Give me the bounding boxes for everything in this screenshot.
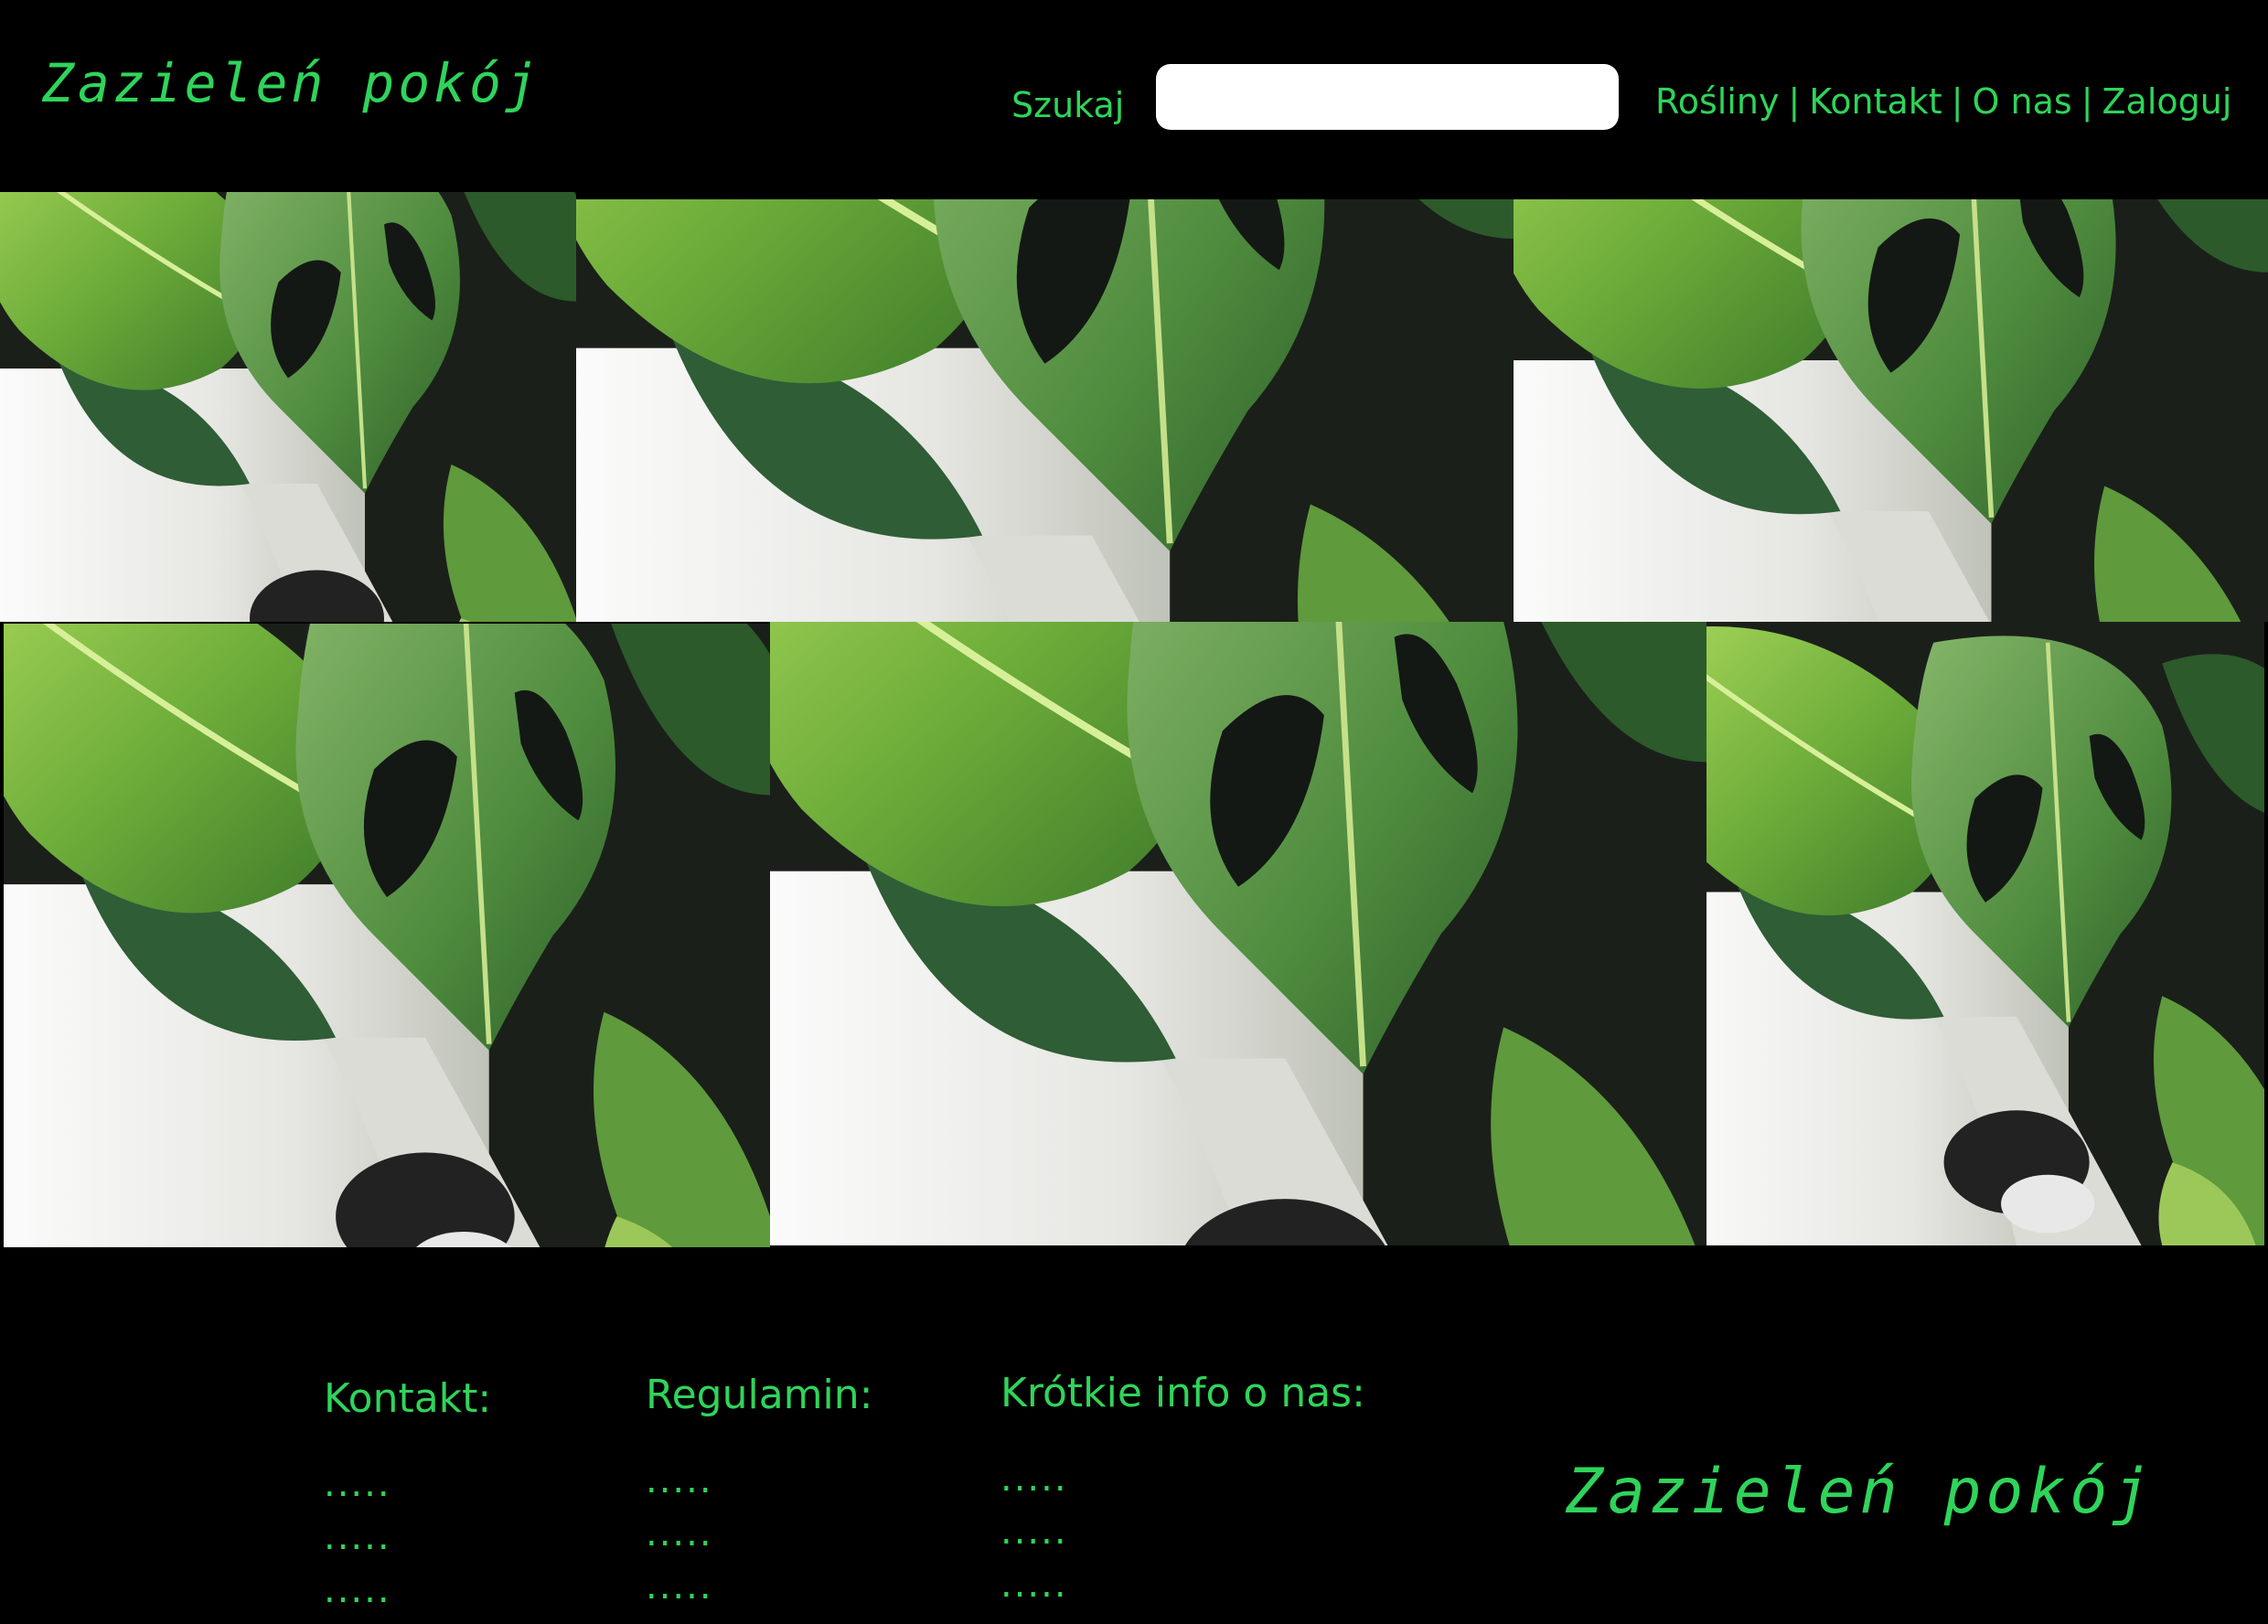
- footer-contact: Kontakt: ..... ..... .....: [324, 1379, 491, 1617]
- footer-lines: ..... ..... .....: [1000, 1452, 1365, 1611]
- nav-separator: |: [2081, 81, 2093, 122]
- monstera-photo: [4, 624, 770, 1247]
- monstera-photo: [770, 622, 1706, 1245]
- page: Zazieleń pokój Szukaj Rośliny | Kontakt | O …: [0, 0, 2268, 1624]
- gallery-image[interactable]: [1514, 199, 2268, 622]
- footer-line: .....: [324, 1569, 391, 1611]
- footer-line: .....: [1000, 1458, 1068, 1500]
- monstera-photo: [0, 192, 576, 622]
- monstera-photo: [576, 199, 1514, 622]
- footer-line: .....: [1000, 1564, 1068, 1606]
- site-logo[interactable]: Zazieleń pokój: [42, 57, 540, 110]
- footer-lines: ..... ..... .....: [646, 1454, 872, 1613]
- monstera-photo: [1514, 199, 2268, 622]
- footer-regulamin: Regulamin: ..... ..... .....: [646, 1375, 872, 1613]
- gallery-image[interactable]: [770, 622, 1706, 1245]
- footer-line: .....: [646, 1512, 713, 1555]
- nav-separator: |: [1788, 81, 1801, 122]
- footer-heading-about: Krótkie info o nas:: [1000, 1370, 1365, 1416]
- footer-line: .....: [324, 1516, 391, 1558]
- nav-link-o-nas[interactable]: O nas: [1973, 81, 2072, 122]
- nav-separator: |: [1951, 81, 1963, 122]
- main-nav: Rośliny | Kontakt | O nas | Zaloguj: [1655, 84, 2231, 119]
- footer-line: .....: [646, 1459, 713, 1501]
- gallery-image[interactable]: [4, 624, 770, 1247]
- gallery-image[interactable]: [1706, 622, 2264, 1245]
- search-label: Szukaj: [1011, 85, 1125, 125]
- footer-about: Krótkie info o nas: ..... ..... .....: [1000, 1373, 1365, 1611]
- footer-lines: ..... ..... .....: [324, 1458, 491, 1617]
- footer-heading-kontakt: Kontakt:: [324, 1375, 492, 1422]
- gallery-image[interactable]: [576, 199, 1514, 622]
- nav-link-rosliny[interactable]: Rośliny: [1655, 81, 1779, 122]
- footer-line: .....: [324, 1463, 391, 1505]
- search-input[interactable]: [1156, 64, 1619, 130]
- footer-logo: Zazieleń pokój: [1566, 1456, 2155, 1528]
- footer-line: .....: [1000, 1511, 1068, 1553]
- footer-line: .....: [646, 1565, 713, 1608]
- gallery-image[interactable]: [0, 192, 576, 622]
- nav-link-kontakt[interactable]: Kontakt: [1809, 81, 1942, 122]
- footer-heading-regulamin[interactable]: Regulamin:: [646, 1375, 872, 1416]
- nav-link-zaloguj[interactable]: Zaloguj: [2102, 81, 2232, 122]
- monstera-photo: [1706, 622, 2264, 1245]
